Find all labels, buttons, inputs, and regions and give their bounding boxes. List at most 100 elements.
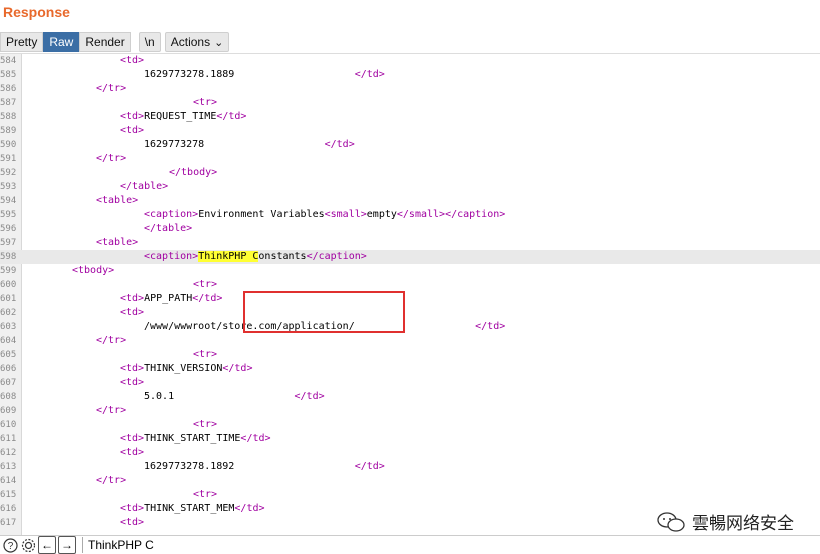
previous-match-button[interactable]: ← <box>38 536 56 554</box>
code-text: <td>THINK_VERSION</td> <box>120 362 252 376</box>
html-tag: </table> <box>144 223 193 234</box>
html-tag: <tr> <box>193 349 218 360</box>
watermark: 雲暢网络安全 <box>656 509 794 534</box>
code-line: 584 <td> <box>0 54 820 68</box>
code-line: 597 <table> <box>0 236 820 250</box>
line-number: 615 <box>0 490 17 500</box>
text-content: 1629773278.1889 <box>144 69 355 80</box>
line-number: 592 <box>0 168 17 178</box>
line-number: 587 <box>0 98 17 108</box>
html-tag: <small> <box>324 209 367 220</box>
html-tag: <tr> <box>193 279 218 290</box>
code-text: </tr> <box>96 404 126 418</box>
html-tag: <td> <box>120 377 145 388</box>
code-text: </tr> <box>96 152 126 166</box>
code-text: </tr> <box>96 334 126 348</box>
code-line: 599 <tbody> <box>0 264 820 278</box>
html-tag: <tr> <box>193 97 218 108</box>
code-line: 608 5.0.1 </td> <box>0 390 820 404</box>
html-tag: </caption> <box>445 209 506 220</box>
line-number: 616 <box>0 504 17 514</box>
line-number: 589 <box>0 126 17 136</box>
code-line: 593 </table> <box>0 180 820 194</box>
line-number: 599 <box>0 266 17 276</box>
code-line: 595 <caption>Environment Variables<small>… <box>0 208 820 222</box>
line-number: 612 <box>0 448 17 458</box>
code-text: <td> <box>120 516 144 530</box>
html-tag: </td> <box>324 139 355 150</box>
code-text: </tbody> <box>169 166 217 180</box>
line-number: 584 <box>0 56 17 66</box>
html-tag: <td> <box>120 307 145 318</box>
code-text: <td>THINK_START_MEM</td> <box>120 502 265 516</box>
text-content: REQUEST_TIME <box>144 111 217 122</box>
code-text: </tr> <box>96 474 126 488</box>
html-tag: <td> <box>120 517 145 528</box>
html-tag: </tr> <box>96 83 127 94</box>
render-tab[interactable]: Render <box>79 32 131 52</box>
html-tag: <td> <box>120 503 145 514</box>
html-tag: <td> <box>120 363 145 374</box>
raw-tab[interactable]: Raw <box>43 32 80 52</box>
line-number: 586 <box>0 84 17 94</box>
code-text: <td>THINK_START_TIME</td> <box>120 432 271 446</box>
html-tag: </td> <box>216 111 247 122</box>
code-line: 594 <table> <box>0 194 820 208</box>
line-number: 609 <box>0 406 17 416</box>
html-tag: </tbody> <box>169 167 218 178</box>
code-text: <td>APP_PATH</td> <box>120 292 222 306</box>
text-content: THINK_VERSION <box>144 363 223 374</box>
line-number: 594 <box>0 196 17 206</box>
line-number: 613 <box>0 462 17 472</box>
help-icon[interactable]: ? <box>2 537 18 553</box>
code-line: 609 </tr> <box>0 404 820 418</box>
code-line: 587 <tr> <box>0 96 820 110</box>
newline-toggle-button[interactable]: \n <box>138 32 161 52</box>
code-line: 591 </tr> <box>0 152 820 166</box>
line-number: 607 <box>0 378 17 388</box>
text-content: THINK_START_MEM <box>144 503 235 514</box>
next-match-button[interactable]: → <box>58 536 76 554</box>
line-number: 595 <box>0 210 17 220</box>
html-tag: </td> <box>294 391 325 402</box>
code-text: <tr> <box>193 418 217 432</box>
line-number: 610 <box>0 420 17 430</box>
code-line: 605 <tr> <box>0 348 820 362</box>
html-tag: <td> <box>120 55 145 66</box>
search-match: ThinkPHP C <box>198 251 259 262</box>
code-line: 603/www/wwwroot/store.com/application/ <… <box>0 320 820 334</box>
code-text: <tr> <box>193 488 217 502</box>
code-line: 586 </tr> <box>0 82 820 96</box>
line-number: 590 <box>0 140 17 150</box>
code-line: 589 <td> <box>0 124 820 138</box>
html-tag: </caption> <box>306 251 367 262</box>
wechat-icon <box>657 511 685 532</box>
code-line: 614 </tr> <box>0 474 820 488</box>
settings-gear-icon[interactable] <box>20 537 36 553</box>
html-tag: <td> <box>120 447 145 458</box>
code-line: 612 <td> <box>0 446 820 460</box>
panel-title: Response <box>3 4 70 20</box>
pretty-tab[interactable]: Pretty <box>0 32 44 52</box>
code-text: <tr> <box>193 348 217 362</box>
code-line: 613 1629773278.1892 </td> <box>0 460 820 474</box>
html-tag: <table> <box>96 195 139 206</box>
actions-label: Actions <box>170 35 211 49</box>
html-tag: </td> <box>192 293 223 304</box>
line-number: 593 <box>0 182 17 192</box>
line-number: 602 <box>0 308 17 318</box>
code-line: 604 </tr> <box>0 334 820 348</box>
html-tag: </small> <box>396 209 446 220</box>
text-content: THINK_START_TIME <box>144 433 241 444</box>
line-number: 617 <box>0 518 17 528</box>
line-number: 596 <box>0 224 17 234</box>
code-text: 1629773278.1892 </td> <box>144 460 385 474</box>
html-tag: </td> <box>240 433 271 444</box>
code-text: <td>REQUEST_TIME</td> <box>120 110 246 124</box>
response-editor[interactable]: 584 <td> 585 1629773278.1889 </td> 586 </tr> 5… <box>0 53 820 536</box>
search-input[interactable]: ThinkPHP C <box>82 537 388 553</box>
line-number: 606 <box>0 364 17 374</box>
line-number: 601 <box>0 294 17 304</box>
text-content: 1629773278.1892 <box>144 461 355 472</box>
actions-menu-button[interactable]: Actions ⌄ <box>164 32 230 52</box>
